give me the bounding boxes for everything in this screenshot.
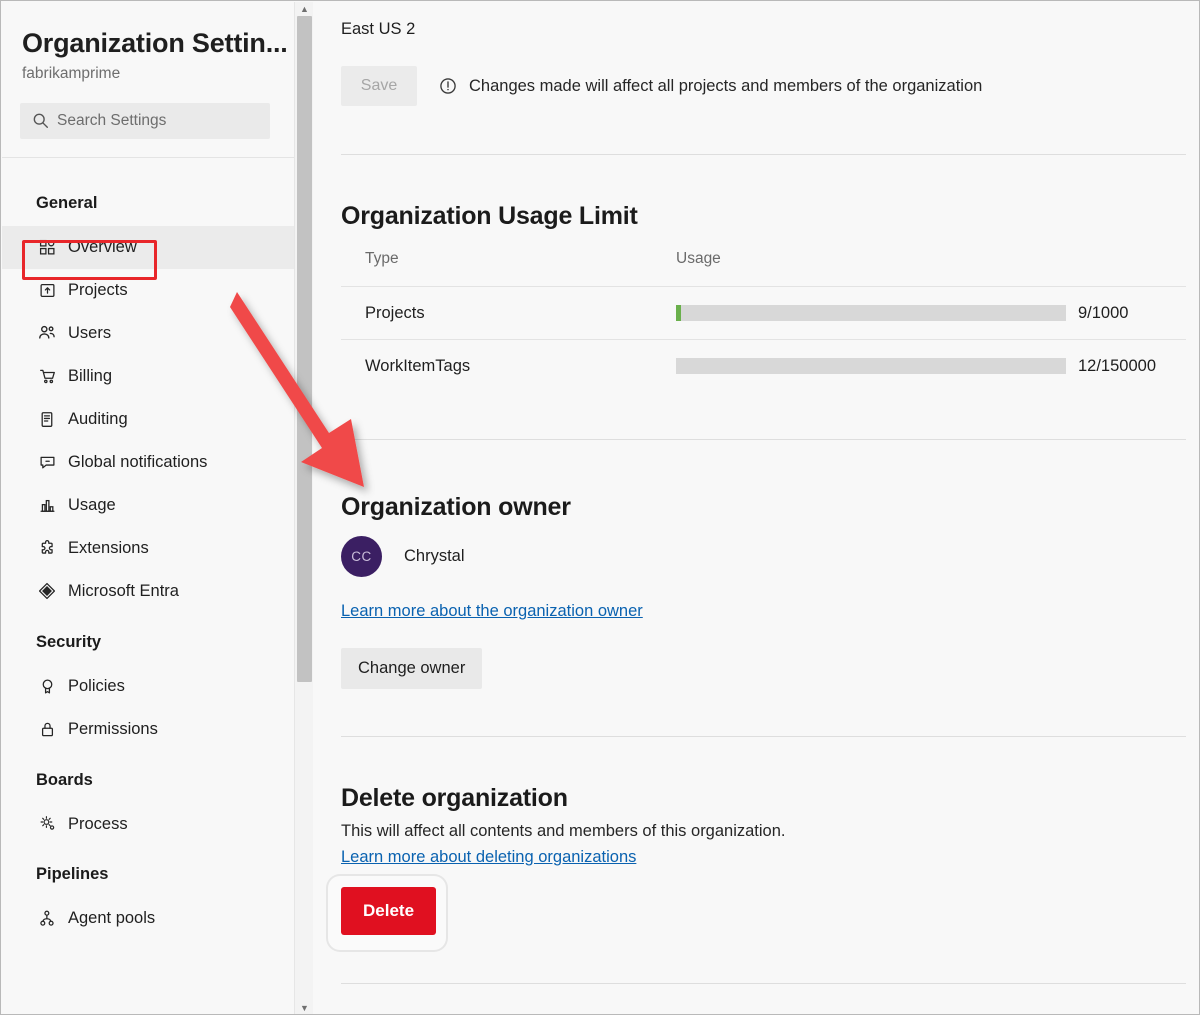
organization-owner-block: CC Chrystal bbox=[341, 536, 465, 577]
sidebar-item-billing[interactable]: Billing bbox=[2, 355, 294, 398]
people-icon bbox=[36, 322, 58, 344]
sidebar-item-label: Usage bbox=[68, 496, 116, 515]
sidebar-item-label: Agent pools bbox=[68, 909, 156, 928]
learn-more-delete-link[interactable]: Learn more about deleting organizations bbox=[341, 848, 636, 867]
organization-name: fabrikamprime bbox=[22, 65, 121, 83]
search-icon bbox=[30, 111, 50, 131]
info-circle-icon bbox=[439, 77, 457, 95]
learn-more-owner-link[interactable]: Learn more about the organization owner bbox=[341, 602, 643, 621]
sidebar-item-overview[interactable]: Overview bbox=[2, 225, 294, 269]
delete-organization-title: Delete organization bbox=[341, 784, 568, 812]
scroll-up-arrow-icon[interactable]: ▲ bbox=[295, 2, 314, 16]
table-row: Projects 9/1000 bbox=[341, 287, 1186, 340]
usage-progress-bar bbox=[676, 358, 1066, 374]
project-upload-icon bbox=[36, 279, 58, 301]
nav-group-general: General bbox=[36, 194, 98, 212]
save-row: Save Changes made will affect all projec… bbox=[341, 66, 982, 106]
sidebar-scrollbar[interactable]: ▲ ▼ bbox=[294, 2, 314, 1014]
section-divider bbox=[341, 983, 1186, 984]
usage-value-projects: 9/1000 bbox=[1078, 303, 1129, 322]
comment-bell-icon bbox=[36, 451, 58, 473]
search-settings-box[interactable] bbox=[20, 102, 270, 139]
region-value: East US 2 bbox=[341, 20, 416, 38]
table-header-row: Type Usage bbox=[341, 250, 1186, 287]
settings-sidebar: Organization Settin... fabrikamprime Gen… bbox=[2, 2, 294, 1014]
section-divider bbox=[341, 439, 1186, 440]
usage-type-workitemtags: WorkItemTags bbox=[365, 356, 471, 375]
table-row: WorkItemTags 12/150000 bbox=[341, 340, 1186, 392]
nav-group-pipelines: Pipelines bbox=[36, 865, 109, 884]
sidebar-item-policies[interactable]: Policies bbox=[2, 665, 294, 708]
audit-log-icon bbox=[36, 408, 58, 430]
sidebar-item-label: Auditing bbox=[68, 410, 128, 429]
gear-process-icon bbox=[36, 813, 58, 835]
sidebar-item-usage[interactable]: Usage bbox=[2, 484, 294, 527]
delete-button[interactable]: Delete bbox=[341, 887, 437, 935]
nav-group-security: Security bbox=[36, 632, 102, 651]
section-divider bbox=[341, 736, 1186, 737]
usage-limit-title: Organization Usage Limit bbox=[341, 202, 638, 230]
save-button[interactable]: Save bbox=[341, 66, 417, 106]
nav-group-boards: Boards bbox=[36, 770, 93, 789]
section-divider bbox=[341, 154, 1186, 155]
sidebar-item-label: Extensions bbox=[68, 539, 149, 558]
sidebar-item-auditing[interactable]: Auditing bbox=[2, 398, 294, 441]
column-header-type: Type bbox=[365, 250, 399, 267]
scroll-down-arrow-icon[interactable]: ▼ bbox=[295, 1001, 314, 1014]
usage-limit-table: Type Usage Projects 9/1000 WorkItemTags bbox=[341, 250, 1186, 392]
delete-description: This will affect all contents and member… bbox=[341, 822, 786, 840]
search-input[interactable] bbox=[57, 111, 260, 130]
ribbon-badge-icon bbox=[36, 675, 58, 697]
sidebar-item-global-notifications[interactable]: Global notifications bbox=[2, 441, 294, 484]
app-window: Organization Settin... fabrikamprime Gen… bbox=[0, 0, 1200, 1015]
usage-progress-fill bbox=[676, 305, 682, 321]
sidebar-item-projects[interactable]: Projects bbox=[2, 269, 294, 312]
owner-identity: CC Chrystal bbox=[341, 536, 465, 577]
sidebar-item-agent-pools[interactable]: Agent pools bbox=[2, 897, 294, 940]
change-owner-button[interactable]: Change owner bbox=[341, 648, 483, 689]
sidebar-item-label: Overview bbox=[68, 238, 137, 257]
usage-progress-bar bbox=[676, 305, 1066, 321]
usage-value-workitemtags: 12/150000 bbox=[1078, 356, 1156, 375]
sidebar-item-label: Permissions bbox=[68, 719, 158, 738]
sidebar-item-permissions[interactable]: Permissions bbox=[2, 708, 294, 751]
entra-diamond-icon bbox=[36, 580, 58, 602]
save-warning-note: Changes made will affect all projects an… bbox=[439, 77, 982, 96]
sidebar-nav: General Overview Projects Users Billing … bbox=[2, 174, 294, 1014]
sidebar-item-label: Policies bbox=[68, 676, 125, 695]
dashboard-grid-icon bbox=[36, 236, 58, 258]
sidebar-item-label: Global notifications bbox=[68, 453, 208, 472]
lock-icon bbox=[36, 718, 58, 740]
column-header-usage: Usage bbox=[676, 250, 721, 267]
sidebar-item-label: Users bbox=[68, 324, 112, 343]
page-title: Organization Settin... bbox=[22, 28, 288, 58]
save-warning-text: Changes made will affect all projects an… bbox=[469, 76, 983, 95]
sidebar-item-microsoft-entra[interactable]: Microsoft Entra bbox=[2, 570, 294, 613]
usage-type-projects: Projects bbox=[365, 303, 425, 322]
shopping-cart-icon bbox=[36, 365, 58, 387]
scrollbar-thumb[interactable] bbox=[297, 16, 312, 682]
sidebar-item-users[interactable]: Users bbox=[2, 312, 294, 355]
usage-cell: 12/150000 bbox=[676, 357, 1156, 376]
avatar: CC bbox=[341, 536, 382, 577]
sidebar-item-label: Process bbox=[68, 814, 128, 833]
usage-cell: 9/1000 bbox=[676, 304, 1128, 323]
sidebar-item-process[interactable]: Process bbox=[2, 802, 294, 845]
owner-name: Chrystal bbox=[404, 547, 465, 565]
puzzle-extension-icon bbox=[36, 537, 58, 559]
bar-chart-icon bbox=[36, 494, 58, 516]
sidebar-item-extensions[interactable]: Extensions bbox=[2, 527, 294, 570]
sidebar-divider bbox=[2, 156, 294, 158]
sidebar-header: Organization Settin... fabrikamprime bbox=[2, 2, 294, 84]
agent-pool-icon bbox=[36, 908, 58, 930]
organization-owner-title: Organization owner bbox=[341, 493, 571, 521]
settings-content: East US 2 Save Changes made will affect … bbox=[314, 2, 1199, 1014]
sidebar-item-label: Microsoft Entra bbox=[68, 582, 179, 601]
sidebar-item-label: Billing bbox=[68, 367, 113, 386]
sidebar-item-label: Projects bbox=[68, 281, 128, 300]
